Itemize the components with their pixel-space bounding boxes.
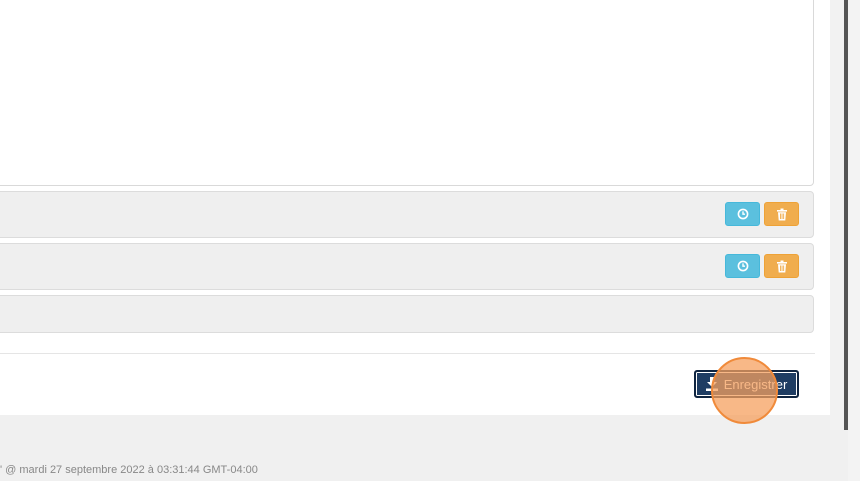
trash-icon — [776, 208, 787, 220]
divider — [0, 353, 815, 354]
timestamp-footer: ' @ mardi 27 septembre 2022 à 03:31:44 G… — [0, 464, 258, 476]
page-edge — [848, 0, 860, 481]
scrollbar-gutter — [830, 0, 844, 430]
form-panel: Enregistrer — [0, 0, 830, 415]
list-item — [0, 191, 814, 238]
clock-icon — [737, 208, 748, 220]
save-button-label: Enregistrer — [723, 376, 788, 392]
download-icon — [705, 377, 718, 391]
trash-icon — [776, 260, 787, 272]
delete-button[interactable] — [764, 254, 799, 278]
list-item — [0, 295, 814, 333]
list-item — [0, 243, 814, 290]
schedule-button[interactable] — [725, 202, 760, 226]
save-button[interactable]: Enregistrer — [694, 370, 799, 398]
clock-icon — [737, 260, 748, 272]
schedule-button[interactable] — [725, 254, 760, 278]
delete-button[interactable] — [764, 202, 799, 226]
text-area[interactable] — [0, 0, 814, 186]
